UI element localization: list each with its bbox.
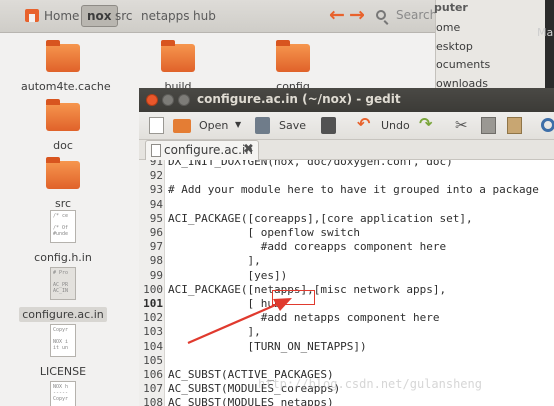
annotation-arrow-icon — [187, 298, 292, 345]
watermark: http://blog.csdn.net/gulansheng — [258, 377, 482, 391]
